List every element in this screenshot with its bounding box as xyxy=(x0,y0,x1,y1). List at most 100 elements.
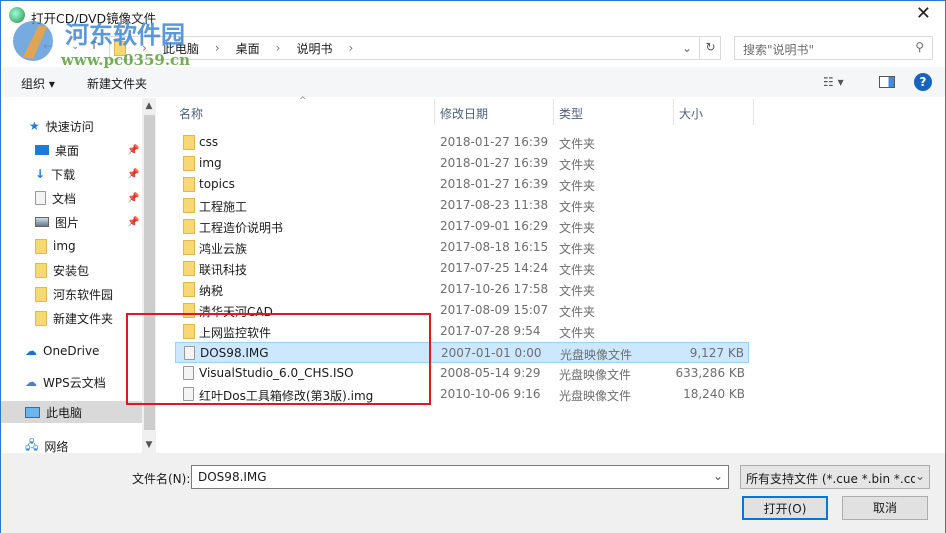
folder-icon xyxy=(183,135,195,150)
file-row[interactable]: 工程施工 2017-08-23 11:38 文件夹 xyxy=(175,195,749,216)
file-date: 2017-07-28 9:54 xyxy=(440,324,541,338)
sidebar-item-documents[interactable]: 文档 xyxy=(35,187,76,209)
file-type: 文件夹 xyxy=(559,200,596,214)
folder-icon xyxy=(183,177,195,192)
breadcrumb-this-pc[interactable]: 此电脑 xyxy=(163,40,199,57)
filename-input[interactable]: DOS98.IMG ⌄ xyxy=(191,465,729,489)
file-type: 文件夹 xyxy=(559,326,596,340)
file-type: 文件夹 xyxy=(559,137,596,151)
folder-icon xyxy=(183,198,195,213)
sort-up-icon: ^ xyxy=(299,96,307,106)
file-row[interactable]: 鸿业云族 2017-08-18 16:15 文件夹 xyxy=(175,237,749,258)
file-date: 2008-05-14 9:29 xyxy=(440,366,541,380)
new-folder-button[interactable]: 新建文件夹 xyxy=(87,75,147,92)
filename-value: DOS98.IMG xyxy=(198,470,267,484)
sidebar-item-downloads[interactable]: ↓ 下载 xyxy=(35,163,75,185)
file-name: img xyxy=(199,156,222,170)
file-name: 纳税 xyxy=(199,284,224,298)
preview-pane-icon[interactable] xyxy=(879,76,895,88)
file-date: 2017-07-25 14:24 xyxy=(440,261,549,275)
search-placeholder: 搜索"说明书" xyxy=(743,43,815,57)
sidebar-wps[interactable]: ☁ WPS云文档 xyxy=(25,371,106,393)
file-row[interactable]: topics 2018-01-27 16:39 文件夹 xyxy=(175,174,749,195)
refresh-button[interactable]: ↻ xyxy=(699,36,721,60)
file-date: 2007-01-01 0:00 xyxy=(441,346,542,360)
sidebar-quick-access[interactable]: ★ 快速访问 xyxy=(29,115,94,137)
file-name: topics xyxy=(199,177,235,191)
search-input[interactable]: 搜索"说明书" ⚲ xyxy=(734,36,933,60)
filetype-select[interactable]: 所有支持文件 (*.cue *.bin *.cd ⌄ xyxy=(740,465,930,489)
file-row[interactable]: 纳税 2017-10-26 17:58 文件夹 xyxy=(175,279,749,300)
file-name: 联讯科技 xyxy=(199,263,248,277)
sidebar-item-hedong[interactable]: 河东软件园 xyxy=(35,283,113,305)
sidebar-item-install[interactable]: 安装包 xyxy=(35,259,89,281)
sidebar-item-pictures[interactable]: 图片 xyxy=(35,211,79,233)
column-name[interactable]: 名称 xyxy=(179,105,203,122)
file-name: 工程造价说明书 xyxy=(199,221,284,235)
file-row[interactable]: 工程造价说明书 2017-09-01 16:29 文件夹 xyxy=(175,216,749,237)
file-date: 2017-08-09 15:07 xyxy=(440,303,549,317)
sidebar-onedrive[interactable]: ☁ OneDrive xyxy=(25,340,99,362)
cancel-button[interactable]: 取消 xyxy=(842,496,928,520)
view-options-icon[interactable]: ☷ ▾ xyxy=(823,75,844,89)
download-icon: ↓ xyxy=(35,167,46,181)
file-type: 文件夹 xyxy=(559,242,596,256)
picture-icon xyxy=(35,217,49,227)
breadcrumb-desktop[interactable]: 桌面 xyxy=(236,40,260,57)
file-type: 光盘映像文件 xyxy=(560,348,633,362)
file-size: 633,286 KB xyxy=(675,366,745,380)
search-icon: ⚲ xyxy=(915,40,924,54)
file-date: 2018-01-27 16:39 xyxy=(440,135,549,149)
column-divider[interactable] xyxy=(434,99,435,125)
column-divider[interactable] xyxy=(673,99,674,125)
column-type[interactable]: 类型 xyxy=(559,105,583,122)
star-icon: ★ xyxy=(29,119,40,133)
breadcrumb-manual[interactable]: 说明书 xyxy=(296,40,332,57)
up-button[interactable]: ↑ xyxy=(89,38,99,52)
file-name: 鸿业云族 xyxy=(199,242,248,256)
organize-button[interactable]: 组织 ▾ xyxy=(21,75,55,92)
sidebar-this-pc[interactable]: 此电脑 xyxy=(1,401,142,423)
file-row[interactable]: css 2018-01-27 16:39 文件夹 xyxy=(175,132,749,153)
column-size[interactable]: 大小 xyxy=(679,105,703,122)
file-row[interactable]: img 2018-01-27 16:39 文件夹 xyxy=(175,153,749,174)
open-button[interactable]: 打开(O) xyxy=(742,496,828,520)
file-type: 文件夹 xyxy=(559,179,596,193)
pin-icon: 📌 xyxy=(127,169,140,180)
chevron-down-icon[interactable]: ⌄ xyxy=(713,469,723,483)
sidebar-item-new-folder[interactable]: 新建文件夹 xyxy=(35,307,113,329)
column-date[interactable]: 修改日期 xyxy=(440,105,488,122)
document-icon xyxy=(35,191,46,205)
chevron-down-icon: ⌄ xyxy=(914,469,925,483)
file-name: 工程施工 xyxy=(199,200,248,214)
pin-icon: 📌 xyxy=(127,193,140,204)
back-button[interactable]: ← xyxy=(43,39,53,53)
address-dropdown-icon[interactable]: ⌄ xyxy=(682,41,692,55)
pin-icon: 📌 xyxy=(127,145,140,156)
file-date: 2010-10-06 9:16 xyxy=(440,387,541,401)
column-divider[interactable] xyxy=(753,99,754,125)
file-type: 文件夹 xyxy=(559,263,596,277)
column-divider[interactable] xyxy=(553,99,554,125)
close-button[interactable]: ✕ xyxy=(916,3,931,24)
sidebar-item-desktop[interactable]: 桌面 xyxy=(35,139,79,161)
help-icon[interactable]: ? xyxy=(914,73,932,91)
folder-icon xyxy=(35,238,47,254)
column-header: 名称 ^ 修改日期 类型 大小 xyxy=(159,96,945,125)
file-date: 2018-01-27 16:39 xyxy=(440,156,549,170)
file-date: 2018-01-27 16:39 xyxy=(440,177,549,191)
address-bar[interactable]: › 此电脑 › 桌面 › 说明书 › ⌄ xyxy=(109,36,721,60)
file-row[interactable]: 联讯科技 2017-07-25 14:24 文件夹 xyxy=(175,258,749,279)
cloud-icon: ☁ xyxy=(25,344,37,358)
recent-dropdown-icon[interactable]: ⌄ xyxy=(71,41,79,52)
desktop-icon xyxy=(35,145,49,155)
file-name: css xyxy=(199,135,219,149)
filetype-value: 所有支持文件 (*.cue *.bin *.cd xyxy=(746,472,918,486)
toolbar: 组织 ▾ 新建文件夹 ☷ ▾ ? xyxy=(1,67,945,97)
computer-icon xyxy=(25,406,40,418)
filename-label: 文件名(N): xyxy=(132,472,191,486)
sidebar-item-img[interactable]: img xyxy=(35,235,76,257)
file-date: 2017-08-23 11:38 xyxy=(440,198,549,212)
folder-icon xyxy=(183,282,195,297)
file-date: 2017-08-18 16:15 xyxy=(440,240,549,254)
